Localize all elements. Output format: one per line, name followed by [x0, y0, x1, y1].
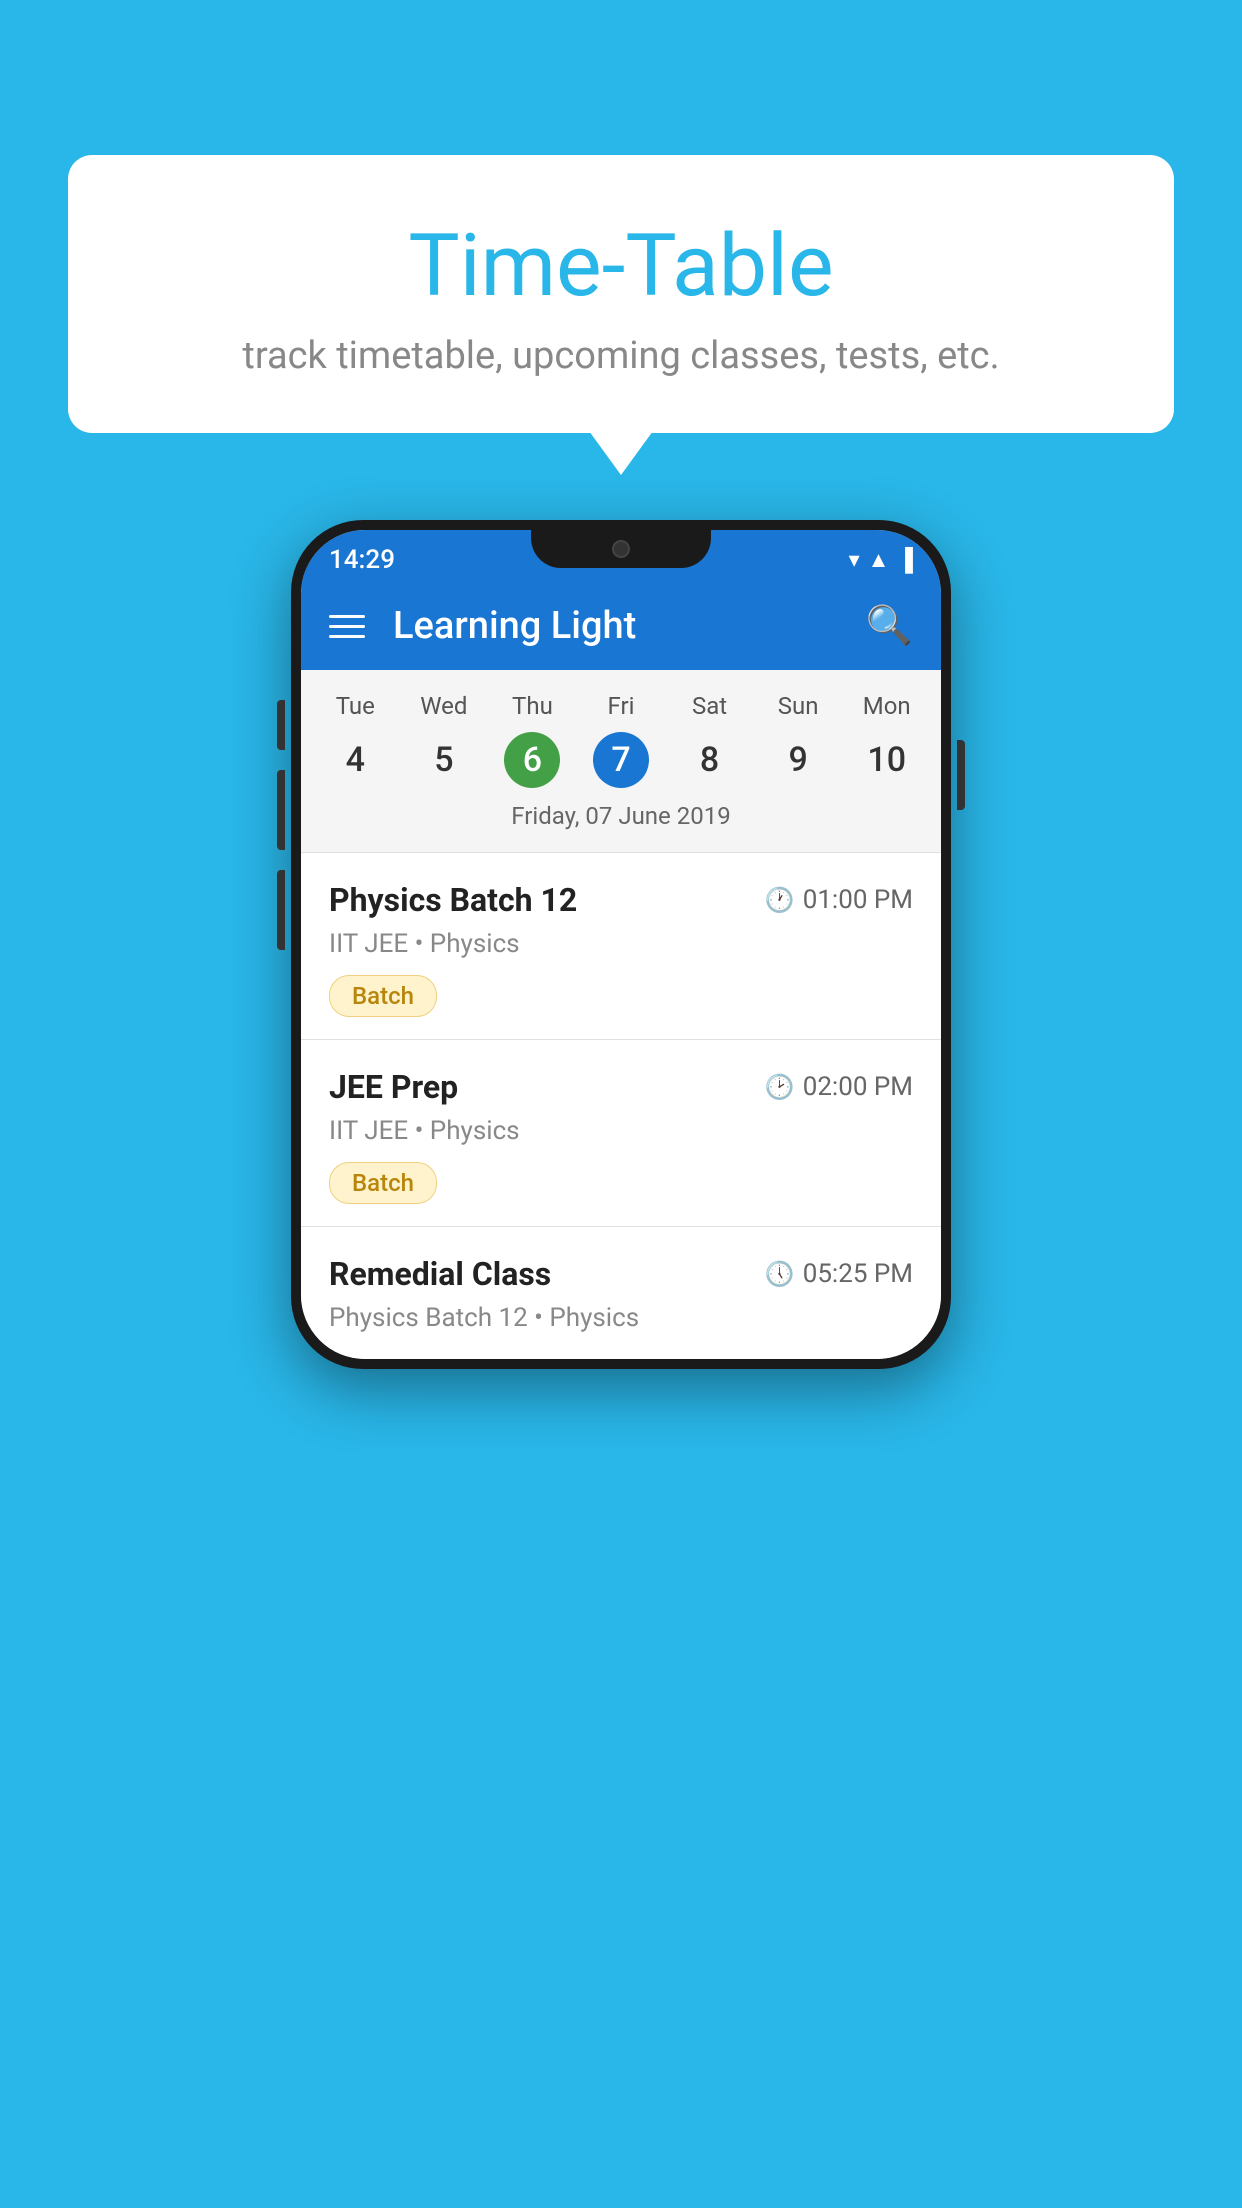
selected-date-label: Friday, 07 June 2019 [301, 794, 941, 844]
volume-down-button [277, 770, 285, 850]
day-7-selected[interactable]: 7 [593, 732, 649, 788]
schedule-item-1-header: Physics Batch 12 🕐 01:00 PM [329, 881, 913, 919]
status-time: 14:29 [329, 545, 395, 575]
day-label-mon: Mon [842, 686, 931, 726]
front-camera [612, 540, 630, 558]
day-9[interactable]: 9 [754, 730, 843, 790]
schedule-item-2-sub: IIT JEE • Physics [329, 1116, 913, 1146]
schedule-item-2[interactable]: JEE Prep 🕑 02:00 PM IIT JEE • Physics Ba… [301, 1039, 941, 1226]
status-icons: ▾ ▲ ▐ [849, 547, 913, 573]
day-label-wed: Wed [400, 686, 489, 726]
app-title: Learning Light [393, 604, 866, 648]
clock-icon-1: 🕐 [765, 886, 795, 914]
schedule-item-2-header: JEE Prep 🕑 02:00 PM [329, 1068, 913, 1106]
schedule-item-3-time: 🕔 05:25 PM [765, 1259, 913, 1289]
day-numbers-row: 4 5 6 7 8 9 10 [301, 726, 941, 794]
battery-icon: ▐ [897, 547, 913, 573]
phone-mockup: 14:29 ▾ ▲ ▐ Learning Light 🔍 [291, 520, 951, 1369]
speech-bubble: Time-Table track timetable, upcoming cla… [68, 155, 1174, 433]
schedule-item-3-time-label: 05:25 PM [803, 1259, 913, 1289]
speech-bubble-container: Time-Table track timetable, upcoming cla… [68, 155, 1174, 433]
wifi-icon: ▾ [849, 548, 860, 573]
schedule-item-3-header: Remedial Class 🕔 05:25 PM [329, 1255, 913, 1293]
day-labels-row: Tue Wed Thu Fri Sat Sun Mon [301, 686, 941, 726]
day-label-tue: Tue [311, 686, 400, 726]
batch-badge-2: Batch [329, 1162, 437, 1204]
day-4[interactable]: 4 [311, 730, 400, 790]
day-label-thu: Thu [488, 686, 577, 726]
day-label-sun: Sun [754, 686, 843, 726]
phone-screen: 14:29 ▾ ▲ ▐ Learning Light 🔍 [301, 530, 941, 1359]
batch-badge-1: Batch [329, 975, 437, 1017]
clock-icon-2: 🕑 [765, 1073, 795, 1101]
signal-icon: ▲ [868, 547, 890, 573]
day-label-fri: Fri [577, 686, 666, 726]
schedule-item-3[interactable]: Remedial Class 🕔 05:25 PM Physics Batch … [301, 1226, 941, 1359]
schedule-item-2-time-label: 02:00 PM [803, 1072, 913, 1102]
schedule-item-1-time: 🕐 01:00 PM [765, 885, 913, 915]
schedule-item-3-title: Remedial Class [329, 1255, 551, 1293]
app-header: Learning Light 🔍 [301, 582, 941, 670]
schedule-item-1-title: Physics Batch 12 [329, 881, 577, 919]
schedule-item-1-sub: IIT JEE • Physics [329, 929, 913, 959]
schedule-item-3-sub: Physics Batch 12 • Physics [329, 1303, 913, 1333]
day-10[interactable]: 10 [842, 730, 931, 790]
day-label-sat: Sat [665, 686, 754, 726]
clock-icon-3: 🕔 [765, 1260, 795, 1288]
schedule-list: Physics Batch 12 🕐 01:00 PM IIT JEE • Ph… [301, 852, 941, 1359]
hamburger-menu-button[interactable] [329, 615, 365, 638]
day-6-today[interactable]: 6 [504, 732, 560, 788]
schedule-item-1-time-label: 01:00 PM [803, 885, 913, 915]
calendar-week: Tue Wed Thu Fri Sat Sun Mon 4 5 6 7 8 9 … [301, 670, 941, 852]
day-5[interactable]: 5 [400, 730, 489, 790]
volume-up-button [277, 700, 285, 750]
schedule-item-1[interactable]: Physics Batch 12 🕐 01:00 PM IIT JEE • Ph… [301, 852, 941, 1039]
phone-notch [531, 530, 711, 568]
schedule-item-2-time: 🕑 02:00 PM [765, 1072, 913, 1102]
schedule-item-2-title: JEE Prep [329, 1068, 458, 1106]
power-button [957, 740, 965, 810]
day-8[interactable]: 8 [665, 730, 754, 790]
bubble-subtitle: track timetable, upcoming classes, tests… [108, 334, 1134, 378]
search-button[interactable]: 🔍 [866, 604, 913, 648]
phone-outer: 14:29 ▾ ▲ ▐ Learning Light 🔍 [291, 520, 951, 1369]
bubble-title: Time-Table [108, 215, 1134, 316]
silent-button [277, 870, 285, 950]
